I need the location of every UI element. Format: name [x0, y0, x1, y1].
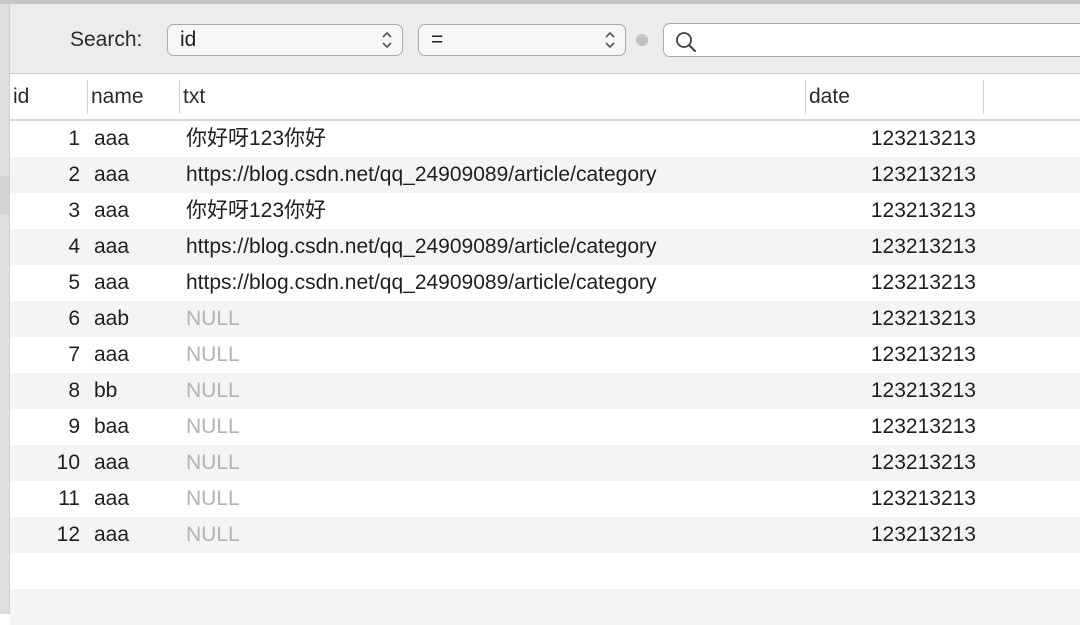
column-header-id[interactable]: id	[10, 74, 88, 119]
table-row[interactable]: 10 aaa NULL 123213213	[10, 445, 1080, 481]
cell-id[interactable]: 7	[10, 337, 80, 373]
cell-name[interactable]: aaa	[94, 445, 180, 481]
cell-id[interactable]: 5	[10, 265, 80, 301]
table-row[interactable]: 1 aaa 你好呀123你好 123213213	[10, 121, 1080, 157]
cell-id[interactable]: 3	[10, 193, 80, 229]
left-pane-edge	[0, 4, 10, 614]
cell-date[interactable]: 123213213	[810, 373, 976, 409]
table-row[interactable]: 5 aaa https://blog.csdn.net/qq_24909089/ar…	[10, 265, 1080, 301]
cell-txt[interactable]: https://blog.csdn.net/qq_24909089/articl…	[186, 157, 806, 193]
cell-id[interactable]: 1	[10, 121, 80, 157]
pane-splitter-handle[interactable]	[0, 176, 10, 214]
cell-id[interactable]: 11	[10, 481, 80, 517]
cell-date[interactable]: 123213213	[810, 337, 976, 373]
table-row[interactable]: 8 bb NULL 123213213	[10, 373, 1080, 409]
cell-date[interactable]: 123213213	[810, 121, 976, 157]
table-row[interactable]: 4 aaa https://blog.csdn.net/qq_24909089/ar…	[10, 229, 1080, 265]
cell-id[interactable]: 2	[10, 157, 80, 193]
column-header-txt[interactable]: txt	[180, 74, 806, 119]
search-label: Search:	[70, 28, 143, 51]
cell-date[interactable]: 123213213	[810, 409, 976, 445]
table-row[interactable]: 6 aab NULL 123213213	[10, 301, 1080, 337]
updown-chevron-icon	[605, 31, 615, 49]
search-icon	[676, 32, 696, 52]
cell-name[interactable]: aaa	[94, 229, 180, 265]
column-header-label: id	[13, 85, 30, 108]
cell-name[interactable]: baa	[94, 409, 180, 445]
cell-name[interactable]: aaa	[94, 481, 180, 517]
search-input[interactable]	[663, 23, 1080, 57]
cell-id[interactable]: 6	[10, 301, 80, 337]
cell-txt[interactable]: 你好呀123你好	[186, 121, 806, 157]
cell-date[interactable]: 123213213	[810, 445, 976, 481]
cell-txt[interactable]: NULL	[186, 373, 806, 409]
cell-txt[interactable]: NULL	[186, 337, 806, 373]
cell-txt[interactable]: NULL	[186, 481, 806, 517]
results-table: id name txt date 1 aaa 你好呀123你好 123213213 2 a…	[10, 74, 1080, 625]
cell-id[interactable]: 10	[10, 445, 80, 481]
cell-txt[interactable]: https://blog.csdn.net/qq_24909089/articl…	[186, 229, 806, 265]
cell-date[interactable]: 123213213	[810, 517, 976, 553]
cell-date[interactable]: 123213213	[810, 265, 976, 301]
search-operator-select[interactable]: =	[418, 24, 626, 56]
cell-txt[interactable]: NULL	[186, 301, 806, 337]
cell-date[interactable]: 123213213	[810, 481, 976, 517]
cell-name[interactable]: aaa	[94, 265, 180, 301]
empty-row	[10, 589, 1080, 625]
search-bar: Search: id =	[10, 4, 1080, 74]
cell-date[interactable]: 123213213	[810, 193, 976, 229]
cell-name[interactable]: aab	[94, 301, 180, 337]
column-header-label: date	[809, 85, 850, 108]
search-field-value: id	[180, 28, 197, 51]
table-body: 1 aaa 你好呀123你好 123213213 2 aaa https://blog.cs…	[10, 121, 1080, 625]
cell-id[interactable]: 8	[10, 373, 80, 409]
cell-id[interactable]: 4	[10, 229, 80, 265]
cell-txt[interactable]: NULL	[186, 445, 806, 481]
cell-date[interactable]: 123213213	[810, 229, 976, 265]
cell-name[interactable]: aaa	[94, 517, 180, 553]
table-row[interactable]: 7 aaa NULL 123213213	[10, 337, 1080, 373]
cell-id[interactable]: 12	[10, 517, 80, 553]
search-options-dot[interactable]	[636, 34, 648, 46]
cell-id[interactable]: 9	[10, 409, 80, 445]
cell-name[interactable]: aaa	[94, 193, 180, 229]
cell-name[interactable]: aaa	[94, 121, 180, 157]
cell-txt[interactable]: 你好呀123你好	[186, 193, 806, 229]
table-row[interactable]: 9 baa NULL 123213213	[10, 409, 1080, 445]
cell-name[interactable]: bb	[94, 373, 180, 409]
table-header: id name txt date	[10, 74, 1080, 121]
search-operator-value: =	[431, 28, 444, 51]
cell-txt[interactable]: NULL	[186, 517, 806, 553]
updown-chevron-icon	[382, 31, 392, 49]
cell-txt[interactable]: NULL	[186, 409, 806, 445]
column-header-label: name	[91, 85, 144, 108]
empty-row	[10, 553, 1080, 589]
cell-date[interactable]: 123213213	[810, 157, 976, 193]
search-field-select[interactable]: id	[167, 24, 403, 56]
column-header-name[interactable]: name	[88, 74, 180, 119]
cell-name[interactable]: aaa	[94, 337, 180, 373]
table-row[interactable]: 11 aaa NULL 123213213	[10, 481, 1080, 517]
cell-name[interactable]: aaa	[94, 157, 180, 193]
column-header-label: txt	[183, 85, 206, 108]
cell-txt[interactable]: https://blog.csdn.net/qq_24909089/articl…	[186, 265, 806, 301]
column-header-date[interactable]: date	[806, 74, 984, 119]
table-row[interactable]: 3 aaa 你好呀123你好 123213213	[10, 193, 1080, 229]
table-row[interactable]: 2 aaa https://blog.csdn.net/qq_24909089/ar…	[10, 157, 1080, 193]
cell-date[interactable]: 123213213	[810, 301, 976, 337]
table-row[interactable]: 12 aaa NULL 123213213	[10, 517, 1080, 553]
